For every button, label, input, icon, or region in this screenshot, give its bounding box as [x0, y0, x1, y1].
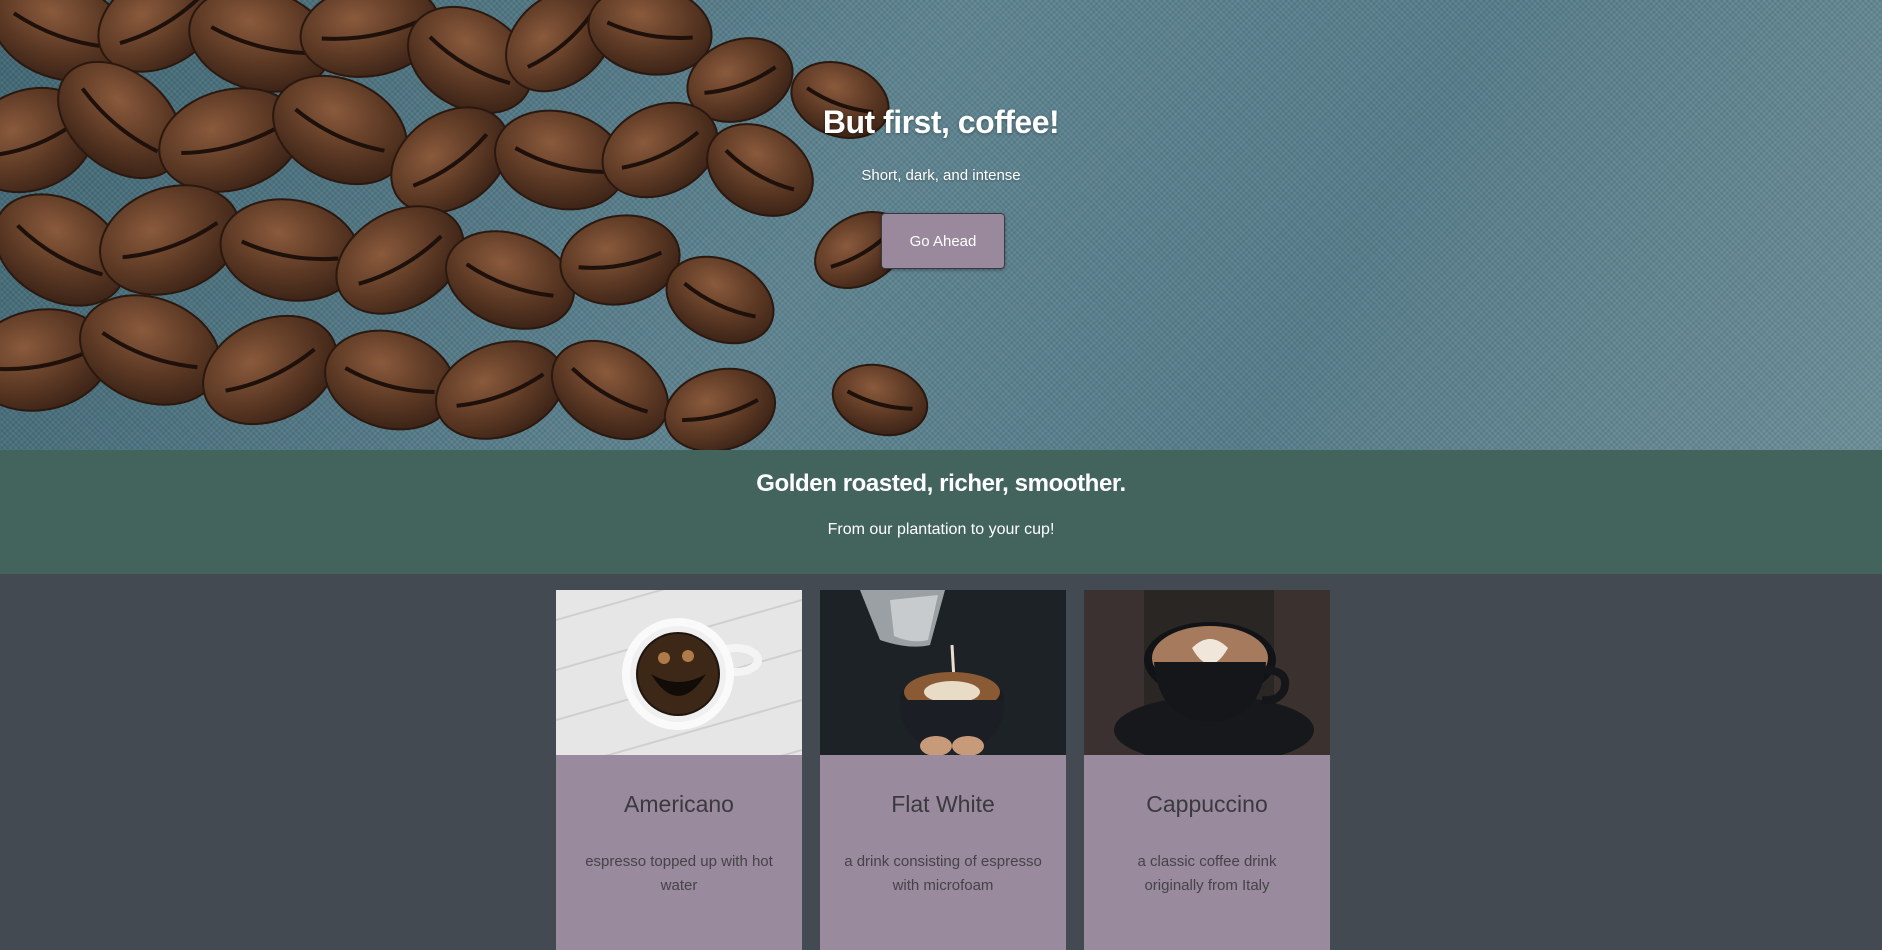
hero-title: But first, coffee! [822, 104, 1060, 140]
band-subtitle: From our plantation to your cup! [827, 521, 1055, 538]
card-cappuccino[interactable]: Cappuccino a classic coffee drink origin… [1084, 590, 1330, 950]
card-description: a classic coffee drink originally from I… [1137, 853, 1277, 894]
card-title: Americano [624, 791, 734, 817]
americano-image [556, 590, 802, 755]
hero-section: But first, coffee! Short, dark, and inte… [0, 0, 1882, 450]
card-description: a drink consisting of espresso with micr… [844, 853, 1042, 894]
menu-cards-section: Americano espresso topped up with hot wa… [0, 574, 1882, 950]
cappuccino-image [1084, 590, 1330, 755]
card-description: espresso topped up with hot water [585, 853, 773, 894]
band-title: Golden roasted, richer, smoother. [756, 470, 1126, 497]
flat-white-image [820, 590, 1066, 755]
card-title: Flat White [891, 791, 995, 817]
card-americano[interactable]: Americano espresso topped up with hot wa… [556, 590, 802, 950]
tagline-band: Golden roasted, richer, smoother. From o… [0, 450, 1882, 574]
card-flat-white[interactable]: Flat White a drink consisting of espress… [820, 590, 1066, 950]
card-title: Cappuccino [1146, 791, 1268, 817]
hero-content: But first, coffee! Short, dark, and inte… [0, 0, 1882, 450]
hero-subtitle: Short, dark, and intense [861, 167, 1021, 184]
go-ahead-button[interactable]: Go Ahead [881, 213, 1005, 269]
